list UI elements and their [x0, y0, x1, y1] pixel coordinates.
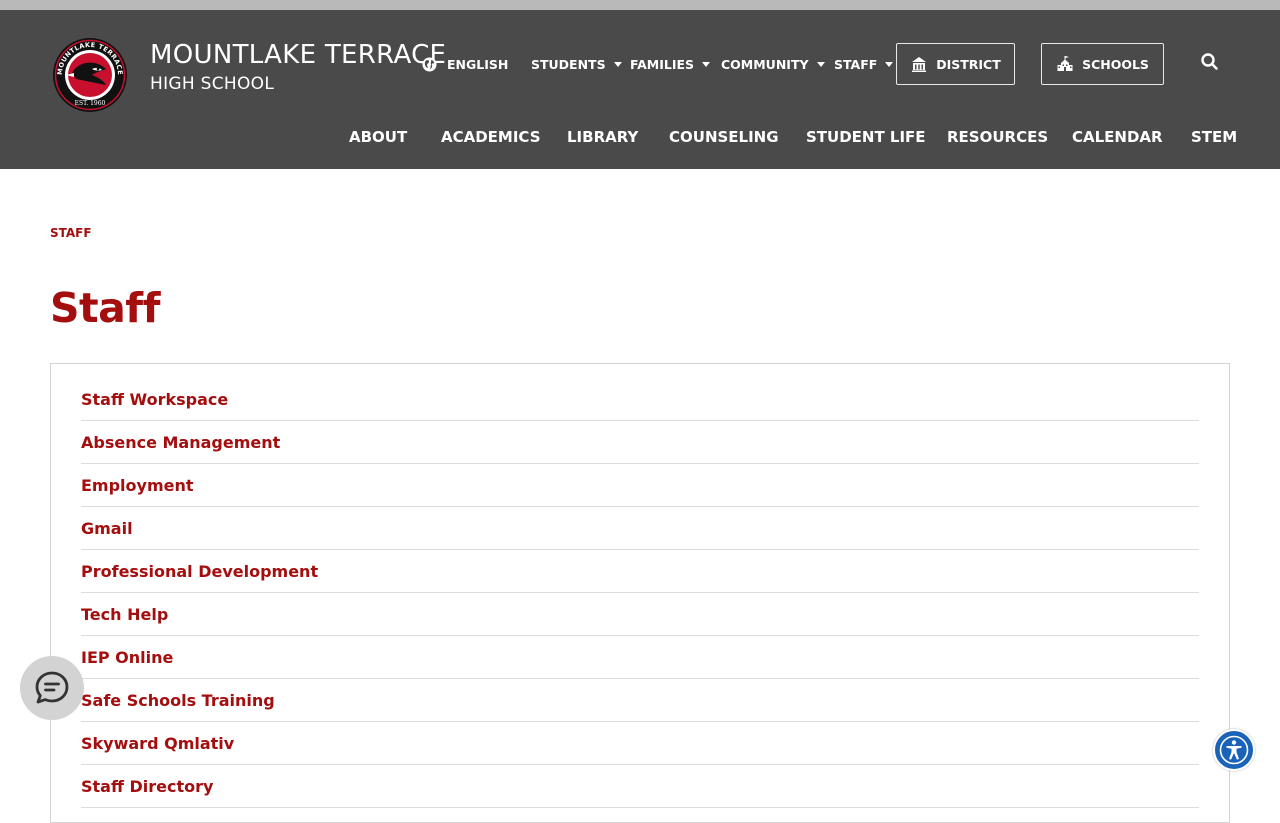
link-skyward-qmlativ[interactable]: Skyward Qmlativ [81, 734, 234, 753]
link-gmail[interactable]: Gmail [81, 519, 133, 538]
site-header: MOUNTLAKE TERRACE EST. 1960 MOUNTLAKE TE… [0, 10, 1280, 169]
main-nav-calendar[interactable]: CALENDAR [1072, 128, 1163, 146]
list-item: Skyward Qmlativ [81, 722, 1199, 765]
accessibility-icon [1219, 735, 1249, 765]
staff-links-panel: Staff Workspace Absence Management Emplo… [50, 363, 1230, 823]
link-employment[interactable]: Employment [81, 476, 194, 495]
main-nav-about[interactable]: ABOUT [349, 128, 407, 146]
school-name-line2: HIGH SCHOOL [150, 74, 275, 94]
chevron-down-icon [816, 61, 825, 67]
school-name-line1: MOUNTLAKE TERRACE [150, 40, 447, 70]
school-logo[interactable]: MOUNTLAKE TERRACE EST. 1960 [52, 37, 128, 113]
list-item: Tech Help [81, 593, 1199, 636]
school-name[interactable]: MOUNTLAKE TERRACE HIGH SCHOOL [150, 40, 446, 96]
list-item: Gmail [81, 507, 1199, 550]
util-nav-families[interactable]: FAMILIES [630, 54, 711, 74]
link-tech-help[interactable]: Tech Help [81, 605, 168, 624]
list-item: Absence Management [81, 421, 1199, 464]
logo-text-bottom: EST. 1960 [75, 100, 106, 107]
breadcrumb[interactable]: STAFF [50, 226, 92, 240]
staff-link-list: Staff Workspace Absence Management Emplo… [81, 378, 1199, 808]
util-nav-students[interactable]: STUDENTS [531, 54, 622, 74]
list-item: IEP Online [81, 636, 1199, 679]
list-item: Staff Directory [81, 765, 1199, 808]
accessibility-button[interactable] [1213, 729, 1255, 771]
link-staff-directory[interactable]: Staff Directory [81, 777, 213, 796]
district-label: DISTRICT [936, 56, 1001, 72]
chevron-down-icon [885, 61, 894, 67]
district-button[interactable]: DISTRICT [896, 43, 1015, 85]
globe-icon [422, 56, 437, 72]
top-strip [0, 0, 1280, 10]
list-item: Professional Development [81, 550, 1199, 593]
schools-button[interactable]: SCHOOLS [1041, 43, 1164, 85]
link-professional-development[interactable]: Professional Development [81, 562, 318, 581]
link-staff-workspace[interactable]: Staff Workspace [81, 390, 228, 409]
language-selector[interactable]: ENGLISH [422, 54, 508, 74]
chat-bubble-icon [35, 671, 69, 704]
chat-button[interactable] [20, 656, 84, 720]
main-nav-stem[interactable]: STEM [1191, 128, 1237, 146]
link-absence-management[interactable]: Absence Management [81, 433, 280, 452]
chevron-down-icon [613, 61, 622, 67]
chevron-down-icon [702, 61, 711, 67]
util-nav-students-label: STUDENTS [531, 56, 606, 72]
util-nav-staff[interactable]: STAFF [834, 54, 894, 74]
schools-label: SCHOOLS [1082, 56, 1149, 72]
list-item: Staff Workspace [81, 378, 1199, 421]
main-nav-student-life[interactable]: STUDENT LIFE [806, 128, 926, 146]
util-nav-community-label: COMMUNITY [721, 56, 809, 72]
util-nav-community[interactable]: COMMUNITY [721, 54, 825, 74]
main-nav-counseling[interactable]: COUNSELING [669, 128, 779, 146]
list-item: Safe Schools Training [81, 679, 1199, 722]
district-building-icon [912, 57, 927, 72]
main-nav-academics[interactable]: ACADEMICS [441, 128, 541, 146]
link-safe-schools-training[interactable]: Safe Schools Training [81, 691, 275, 710]
util-nav-families-label: FAMILIES [630, 56, 695, 72]
language-label: ENGLISH [447, 56, 509, 72]
link-iep-online[interactable]: IEP Online [81, 648, 173, 667]
util-nav-staff-label: STAFF [834, 56, 878, 72]
search-icon[interactable] [1199, 51, 1221, 73]
page-title: Staff [50, 284, 160, 332]
list-item: Employment [81, 464, 1199, 507]
main-nav-resources[interactable]: RESOURCES [947, 128, 1048, 146]
school-building-icon [1057, 56, 1073, 71]
main-nav-library[interactable]: LIBRARY [567, 128, 638, 146]
